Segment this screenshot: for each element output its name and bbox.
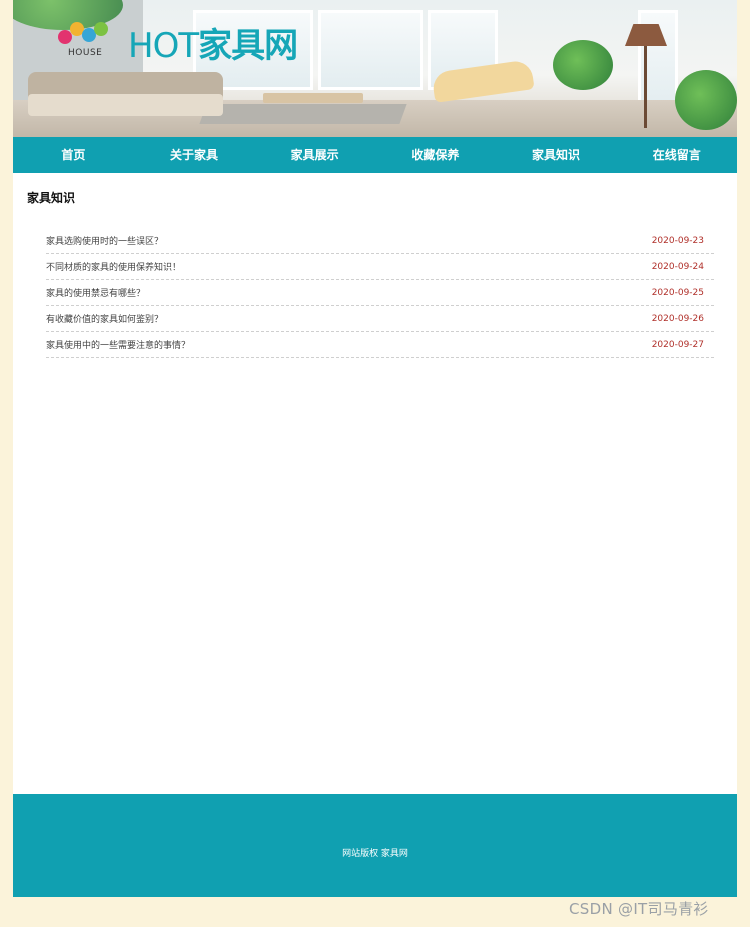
banner-rug xyxy=(199,104,407,124)
site-logo[interactable]: HOUSE HOT家具网 xyxy=(58,14,358,67)
logo-brand: HOT家具网 xyxy=(128,18,298,67)
list-item[interactable]: 家具的使用禁忌有哪些？ 2020-09-25 xyxy=(46,280,714,306)
nav-item-message[interactable]: 在线留言 xyxy=(616,137,737,173)
list-item[interactable]: 家具使用中的一些需要注意的事情？ 2020-09-27 xyxy=(46,332,714,358)
page-container: HOUSE HOT家具网 首页 关于家具 家具展示 收藏保养 家具知识 在线留言… xyxy=(13,0,737,897)
banner-lamp-pole xyxy=(644,46,647,128)
article-date: 2020-09-26 xyxy=(651,313,704,324)
nav-item-care[interactable]: 收藏保养 xyxy=(375,137,496,173)
article-title[interactable]: 有收藏价值的家具如何鉴别？ xyxy=(46,312,163,325)
main-nav: 首页 关于家具 家具展示 收藏保养 家具知识 在线留言 xyxy=(13,137,737,173)
article-date: 2020-09-25 xyxy=(651,287,704,298)
article-title[interactable]: 家具使用中的一些需要注意的事情？ xyxy=(46,338,190,351)
nav-item-showcase[interactable]: 家具展示 xyxy=(254,137,375,173)
logo-house-text: HOUSE xyxy=(68,48,103,58)
csdn-watermark: CSDN @IT司马青衫 xyxy=(569,900,709,918)
nav-item-home[interactable]: 首页 xyxy=(13,137,134,173)
nav-item-about[interactable]: 关于家具 xyxy=(134,137,255,173)
article-date: 2020-09-24 xyxy=(651,261,704,272)
article-list: 家具选购使用时的一些误区？ 2020-09-23 不同材质的家具的使用保养知识！… xyxy=(46,228,714,358)
section-title: 家具知识 xyxy=(27,191,76,205)
article-title[interactable]: 家具的使用禁忌有哪些？ xyxy=(46,286,145,299)
site-footer: 网站版权 家具网 xyxy=(13,794,737,897)
footer-copyright: 网站版权 家具网 xyxy=(342,849,408,859)
nav-item-knowledge[interactable]: 家具知识 xyxy=(496,137,617,173)
banner-plant-2 xyxy=(675,70,737,130)
article-title[interactable]: 不同材质的家具的使用保养知识！ xyxy=(46,260,181,273)
header-banner: HOUSE HOT家具网 xyxy=(13,0,737,137)
list-item[interactable]: 不同材质的家具的使用保养知识！ 2020-09-24 xyxy=(46,254,714,280)
article-date: 2020-09-23 xyxy=(651,235,704,246)
banner-sofa-image xyxy=(28,72,223,122)
list-item[interactable]: 家具选购使用时的一些误区？ 2020-09-23 xyxy=(46,228,714,254)
article-date: 2020-09-27 xyxy=(651,339,704,350)
list-item[interactable]: 有收藏价值的家具如何鉴别？ 2020-09-26 xyxy=(46,306,714,332)
banner-plant-1 xyxy=(553,40,613,90)
logo-brand-cn: 家具网 xyxy=(198,26,298,66)
logo-brand-en: HOT xyxy=(128,26,199,66)
banner-coffee-table xyxy=(263,93,363,103)
article-title[interactable]: 家具选购使用时的一些误区？ xyxy=(46,234,163,247)
